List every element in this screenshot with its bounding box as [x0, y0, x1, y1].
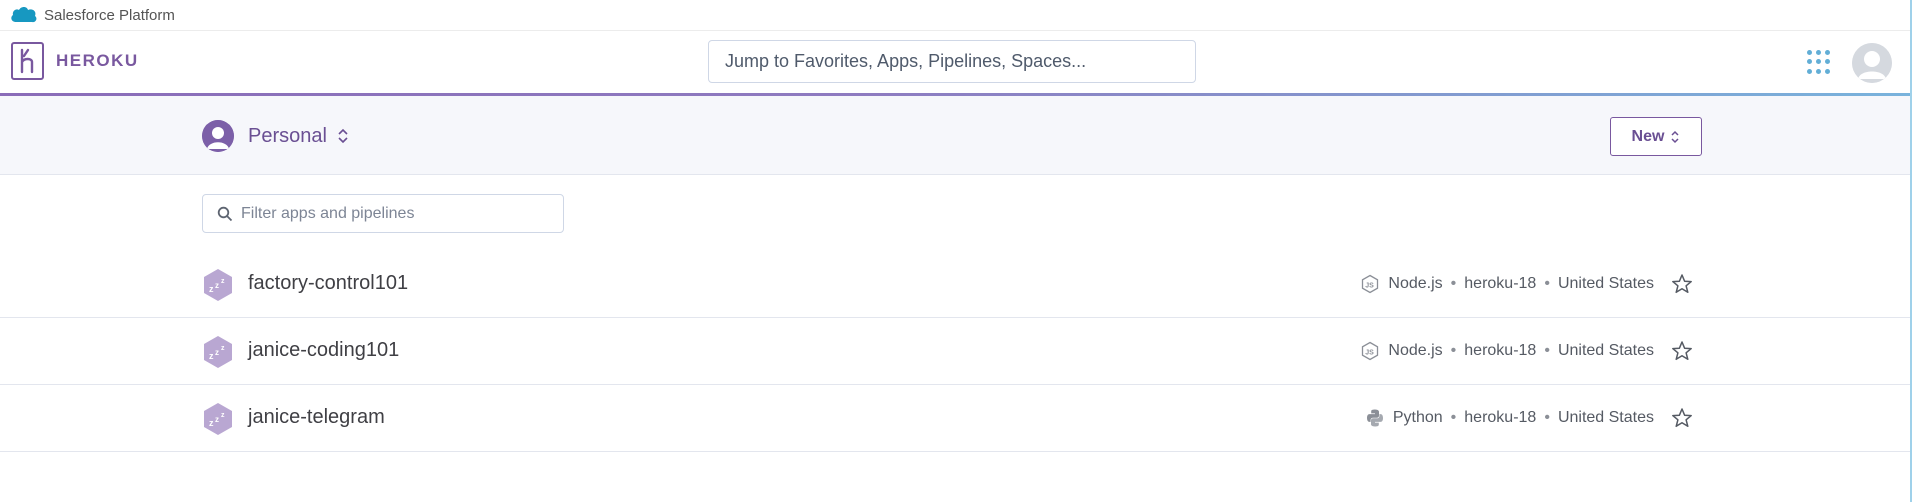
- team-subheader: Personal New: [0, 96, 1910, 175]
- svg-text:z: z: [215, 415, 219, 424]
- heroku-logo-icon: [11, 42, 44, 80]
- app-list: z z z factory-control101 JS Node.js • he…: [0, 251, 1910, 452]
- app-launcher-grid-icon[interactable]: [1807, 50, 1831, 74]
- filter-apps-input[interactable]: [241, 204, 561, 223]
- separator-dot: •: [1544, 409, 1550, 426]
- python-icon: [1366, 409, 1383, 427]
- svg-text:z: z: [209, 418, 214, 428]
- global-search-input[interactable]: [708, 40, 1196, 83]
- team-switcher[interactable]: Personal: [202, 120, 349, 152]
- app-stack: heroku-18: [1464, 342, 1537, 359]
- sleeping-dyno-icon: z z z: [204, 403, 232, 435]
- favorite-star-icon[interactable]: [1671, 273, 1693, 295]
- svg-text:z: z: [221, 278, 225, 285]
- filter-box: [202, 194, 564, 233]
- favorite-star-icon[interactable]: [1671, 340, 1693, 362]
- app-metadata: Python • heroku-18 • United States: [1365, 408, 1654, 428]
- app-region: United States: [1557, 275, 1654, 292]
- app-stack: heroku-18: [1464, 409, 1537, 426]
- app-row[interactable]: z z z janice-coding101 JS Node.js • hero…: [0, 318, 1910, 385]
- app-region: United States: [1557, 342, 1654, 359]
- svg-text:z: z: [209, 284, 214, 294]
- app-metadata: JS Node.js • heroku-18 • United States: [1360, 341, 1654, 361]
- app-language: Node.js: [1388, 275, 1443, 292]
- app-row[interactable]: z z z factory-control101 JS Node.js • he…: [0, 251, 1910, 318]
- chevron-up-down-icon: [338, 128, 348, 144]
- heroku-dashboard: Salesforce Platform HEROKU Jump to Favor…: [0, 0, 1920, 502]
- personal-avatar-icon: [202, 120, 234, 152]
- search-icon: [217, 206, 233, 221]
- favorite-star-icon[interactable]: [1671, 407, 1693, 429]
- user-avatar-button[interactable]: [1852, 43, 1892, 83]
- user-avatar-icon: [1852, 43, 1892, 83]
- app-row[interactable]: z z z janice-telegram Python • heroku-18…: [0, 385, 1910, 452]
- separator-dot: •: [1450, 409, 1457, 426]
- separator-dot: •: [1544, 275, 1550, 292]
- new-button-label: New: [1631, 127, 1665, 145]
- brand-wordmark: HEROKU: [56, 51, 139, 70]
- app-stack: heroku-18: [1464, 275, 1537, 292]
- app-language: Python: [1392, 409, 1443, 426]
- chevron-up-down-icon: [1671, 130, 1679, 143]
- salesforce-cloud-icon: [11, 7, 37, 23]
- salesforce-platform-label: Salesforce Platform: [44, 6, 175, 24]
- svg-text:JS: JS: [1366, 283, 1375, 290]
- window-edge: [1910, 0, 1912, 502]
- app-metadata: JS Node.js • heroku-18 • United States: [1360, 274, 1654, 294]
- svg-text:z: z: [215, 281, 219, 290]
- salesforce-platform-bar: Salesforce Platform: [0, 0, 1910, 31]
- app-name-link[interactable]: factory-control101: [248, 272, 408, 295]
- sleeping-dyno-icon: z z z: [204, 336, 232, 368]
- app-name-link[interactable]: janice-telegram: [248, 406, 385, 429]
- svg-text:z: z: [221, 412, 225, 419]
- nodejs-icon: JS: [1362, 274, 1379, 294]
- svg-text:z: z: [209, 351, 214, 361]
- separator-dot: •: [1450, 342, 1457, 359]
- new-button[interactable]: New: [1610, 117, 1702, 156]
- app-region: United States: [1557, 409, 1654, 426]
- app-name-link[interactable]: janice-coding101: [248, 339, 399, 362]
- nodejs-icon: JS: [1362, 341, 1379, 361]
- team-name: Personal: [248, 124, 327, 147]
- separator-dot: •: [1544, 342, 1550, 359]
- svg-text:z: z: [215, 348, 219, 357]
- app-language: Node.js: [1388, 342, 1443, 359]
- sleeping-dyno-icon: z z z: [204, 269, 232, 301]
- top-header: HEROKU: [0, 31, 1910, 93]
- heroku-home-link[interactable]: HEROKU: [11, 42, 139, 80]
- svg-text:z: z: [221, 345, 225, 352]
- separator-dot: •: [1450, 275, 1457, 292]
- svg-text:JS: JS: [1366, 350, 1375, 357]
